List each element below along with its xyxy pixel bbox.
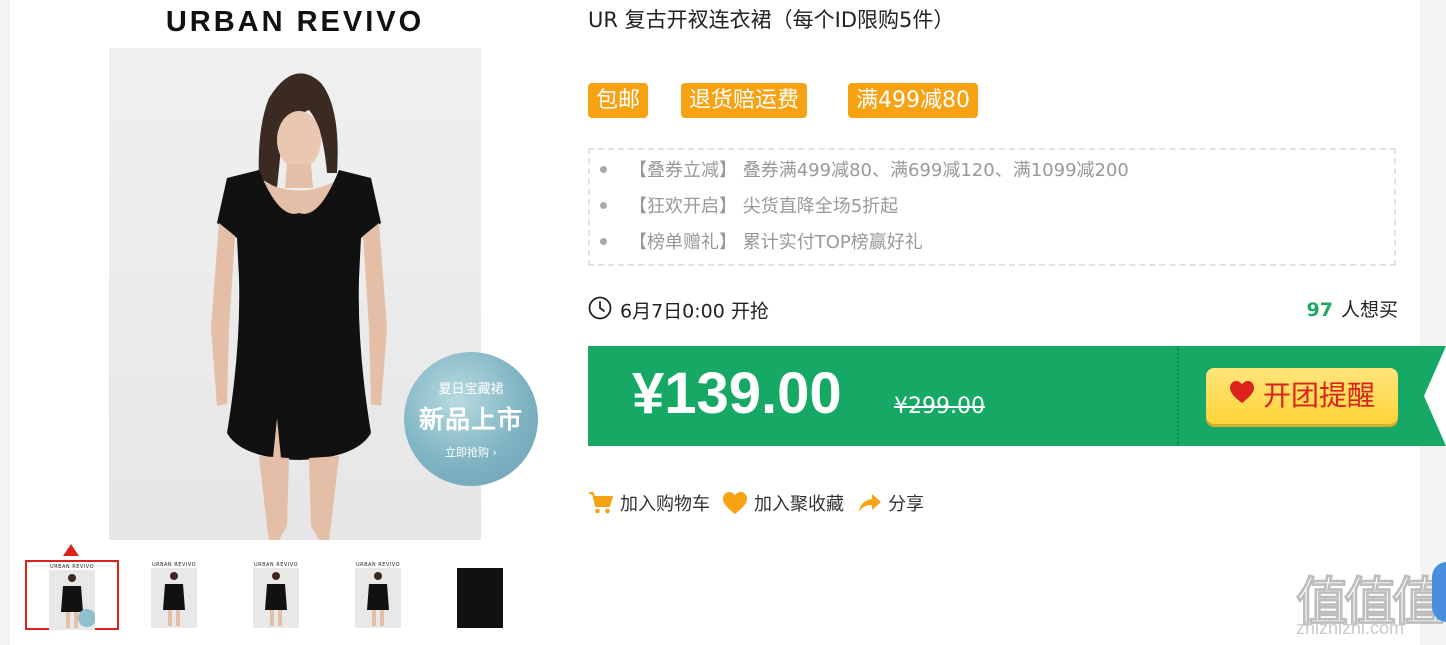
product-title: UR 复古开衩连衣裙（每个ID限购5件） <box>588 8 955 32</box>
promo-text: 叠券满499减80、满699减120、满1099减200 <box>742 160 1129 181</box>
promo-text: 累计实付TOP榜赢好礼 <box>742 232 923 253</box>
thumbnail-1[interactable]: URBAN REVIVO <box>25 560 119 630</box>
add-to-favorites-link[interactable]: 加入聚收藏 <box>722 492 844 518</box>
clock-icon <box>588 296 612 328</box>
thumbnail-4[interactable]: URBAN REVIVO <box>331 560 425 630</box>
thumbnail-image <box>355 568 401 628</box>
group-reminder-button[interactable]: 开团提醒 <box>1206 368 1398 424</box>
bullet-icon <box>600 238 607 245</box>
promo-item: 【叠券立减】 叠券满499减80、满699减120、满1099减200 <box>600 158 1129 184</box>
thumbnail-3[interactable]: URBAN REVIVO <box>229 560 323 630</box>
ribbon-notch <box>1424 346 1446 446</box>
badge-line3: 立即抢购 › <box>445 446 497 459</box>
tag-free-shipping: 包邮 <box>588 83 649 118</box>
tag-discount: 满499减80 <box>848 83 978 118</box>
price-divider <box>1177 346 1179 446</box>
current-price: ¥139.00 <box>632 361 842 426</box>
share-label: 分享 <box>888 494 924 515</box>
promo-label: 【榜单赠礼】 <box>629 232 737 253</box>
thumbnail-strip: URBAN REVIVO URBAN REVIVO URBAN REVIVO U… <box>25 560 525 632</box>
new-arrival-badge[interactable]: 夏日宝藏裙 新品上市 立即抢购 › <box>404 352 538 486</box>
cart-icon <box>589 492 613 514</box>
share-link[interactable]: 分享 <box>858 492 924 518</box>
active-thumbnail-indicator <box>63 544 79 556</box>
sale-start-time: 6月7日0:00 开抢 <box>588 296 769 324</box>
promo-item: 【狂欢开启】 尖货直降全场5折起 <box>600 194 898 220</box>
thumbnail-2[interactable]: URBAN REVIVO <box>127 560 221 630</box>
bullet-icon <box>600 166 607 173</box>
thumbnail-image <box>253 568 299 628</box>
heart-icon <box>723 492 747 514</box>
floating-side-tab[interactable] <box>1432 562 1446 622</box>
share-icon <box>859 494 881 512</box>
add-to-favorites-label: 加入聚收藏 <box>754 494 844 515</box>
promotion-box: 【叠券立减】 叠券满499减80、满699减120、满1099减200 【狂欢开… <box>588 148 1396 266</box>
bullet-icon <box>600 202 607 209</box>
promo-label: 【叠券立减】 <box>629 160 737 181</box>
badge-line2: 新品上市 <box>418 405 523 434</box>
promo-item: 【榜单赠礼】 累计实付TOP榜赢好礼 <box>600 230 923 256</box>
start-time-text: 6月7日0:00 开抢 <box>620 300 769 323</box>
thumbnail-image <box>151 568 197 628</box>
thumbnail-image <box>49 570 95 630</box>
want-count: 97 <box>1306 299 1333 321</box>
want-label: 人想买 <box>1340 299 1398 321</box>
add-to-cart-label: 加入购物车 <box>620 494 710 515</box>
tag-return-shipping: 退货赔运费 <box>681 83 808 118</box>
original-price: ¥299.00 <box>894 394 985 419</box>
want-to-buy: 97 人想买 <box>1307 296 1398 324</box>
promo-label: 【狂欢开启】 <box>629 196 737 217</box>
price-bar: ¥139.00 ¥299.00 开团提醒 <box>588 346 1446 446</box>
add-to-cart-link[interactable]: 加入购物车 <box>588 492 710 518</box>
thumbnail-fabric-image <box>457 568 503 628</box>
thumbnail-5[interactable] <box>433 560 527 630</box>
brand-logo: URBAN REVIVO <box>165 6 425 38</box>
heart-icon <box>1229 367 1255 423</box>
reminder-label: 开团提醒 <box>1262 379 1375 412</box>
promo-text: 尖货直降全场5折起 <box>742 196 899 217</box>
watermark-url: zhizhizhi.com <box>1296 618 1405 638</box>
badge-line1: 夏日宝藏裙 <box>438 382 504 397</box>
